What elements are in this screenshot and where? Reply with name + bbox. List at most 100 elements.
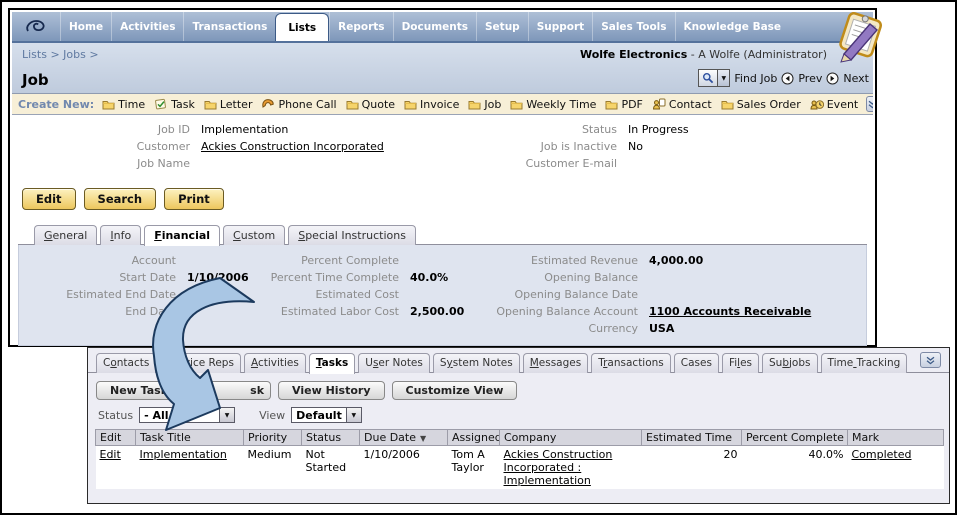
column-header-priority[interactable]: Priority	[243, 429, 302, 446]
record-tab-financial[interactable]: Financial	[144, 225, 221, 246]
create-new-sales-order[interactable]: Sales Order	[721, 98, 801, 111]
sublist-tab-service-reps[interactable]: Service Reps	[159, 353, 241, 373]
sublist-tab-transactions[interactable]: Transactions	[591, 353, 671, 373]
nav-tab-support[interactable]: Support	[527, 12, 592, 41]
create-new-phone-call[interactable]: Phone Call	[261, 98, 337, 111]
column-header-task-title[interactable]: Task Title	[135, 429, 244, 446]
field-label-job-is-inactive: Job is Inactive	[540, 140, 617, 153]
collapse-bar-button[interactable]	[866, 96, 873, 112]
create-new-contact[interactable]: Contact	[652, 98, 712, 111]
sublist-tab-files[interactable]: Files	[721, 353, 760, 373]
column-header-label: Status	[306, 431, 342, 444]
link-edit[interactable]: Edit	[100, 448, 121, 461]
field-label-estimated-revenue: Estimated Revenue	[531, 254, 638, 267]
create-new-time[interactable]: Time	[102, 98, 145, 111]
create-new-invoice[interactable]: Invoice	[404, 98, 459, 111]
column-header-estimated-time[interactable]: Estimated Time	[641, 429, 742, 446]
next-label[interactable]: Next	[843, 72, 869, 85]
customize-view-button[interactable]: Customize View	[391, 381, 518, 400]
link-mark[interactable]: Completed	[852, 448, 912, 461]
create-new-event[interactable]: Event	[810, 98, 858, 111]
record-tab-info[interactable]: Info	[100, 225, 142, 245]
field-link-opening-balance-account[interactable]: 1100 Accounts Receivable	[649, 303, 811, 320]
record-tab-area: General Info Financial Custom Special Instru…	[18, 225, 867, 346]
column-header-label: Company	[504, 431, 557, 444]
new-task-button[interactable]: New Task	[96, 381, 183, 400]
cell-status: Not Started	[301, 445, 360, 489]
view-select[interactable]: Default ▼	[291, 407, 362, 423]
text-assigned-to: Tom A Taylor	[451, 448, 485, 474]
nav-tab-reports[interactable]: Reports	[329, 12, 392, 41]
find-button[interactable]: ▼	[698, 69, 731, 87]
sublist-tab-time-tracking[interactable]: Time Tracking	[820, 353, 908, 373]
nav-tab-lists[interactable]: Lists	[275, 13, 330, 41]
nav-tab-setup[interactable]: Setup	[476, 12, 528, 41]
collapse-panel-button[interactable]	[920, 352, 941, 368]
column-header-status[interactable]: Status	[301, 429, 360, 446]
create-new-label: Create New:	[18, 97, 95, 111]
user-role-line: Wolfe Electronics - A Wolfe (Administrat…	[580, 48, 827, 61]
sublist-tab-system-notes[interactable]: System Notes	[432, 353, 520, 373]
field-label-end-date: End Date	[125, 305, 176, 318]
column-header-label: Assigned To	[452, 431, 500, 444]
text-priority: Medium	[247, 448, 292, 461]
create-new-quote[interactable]: Quote	[346, 98, 395, 111]
column-header-mark[interactable]: Mark	[847, 429, 944, 446]
breadcrumb[interactable]: Lists > Jobs >	[22, 48, 99, 61]
link-company[interactable]: Ackies Construction Incorporated : Imple…	[504, 448, 613, 487]
record-tab-special-instructions[interactable]: Special Instructions	[288, 225, 416, 245]
create-new-task[interactable]: Task	[154, 98, 195, 111]
folder-icon	[346, 98, 359, 111]
sublist-tab-messages[interactable]: Messages	[522, 353, 589, 373]
print-button[interactable]: Print	[164, 188, 224, 210]
sublist-tab-cases[interactable]: Cases	[673, 353, 719, 373]
nav-tab-transactions[interactable]: Transactions	[183, 12, 275, 41]
create-new-items: Time Task Letter Phone Call Quote Invoice Job W…	[102, 98, 858, 111]
sublist-tab-tasks[interactable]: Tasks	[308, 353, 356, 374]
financial-col3: Estimated Revenue 4,000.00 Opening Balance…	[419, 252, 811, 337]
nav-tab-home[interactable]: Home	[60, 12, 111, 41]
search-button[interactable]: Search	[83, 188, 157, 210]
nav-tab-documents[interactable]: Documents	[392, 12, 476, 41]
create-new-pdf[interactable]: PDF	[605, 98, 643, 111]
text-estimated-time: 20	[723, 448, 738, 461]
cell-edit: Edit	[95, 445, 136, 489]
sublist-tab-contacts[interactable]: Contacts	[96, 353, 157, 373]
record-tab-general[interactable]: General	[34, 225, 98, 245]
column-header-edit[interactable]: Edit	[95, 429, 136, 446]
column-header-company[interactable]: Company	[499, 429, 642, 446]
field-label-currency: Currency	[588, 322, 638, 335]
prev-label[interactable]: Prev	[798, 72, 822, 85]
nav-tab-knowledge-base[interactable]: Knowledge Base	[674, 12, 790, 41]
next-icon[interactable]	[826, 72, 839, 85]
column-header-percent-complete[interactable]: Percent Complete	[741, 429, 848, 446]
swirl-logo-icon[interactable]	[12, 12, 60, 41]
field-opening-balance-account: Opening Balance Account 1100 Accounts Rec…	[419, 303, 811, 320]
sublist-tab-user-notes[interactable]: User Notes	[358, 353, 430, 373]
create-new-job[interactable]: Job	[468, 98, 501, 111]
create-new-label-sales-order: Sales Order	[736, 97, 801, 111]
nav-tab-sales-tools[interactable]: Sales Tools	[592, 12, 674, 41]
prev-icon[interactable]	[781, 72, 794, 85]
find-dropdown-arrow-icon[interactable]: ▼	[717, 70, 730, 86]
covered-task-button[interactable]: sk	[189, 381, 272, 400]
folder-icon	[468, 98, 481, 111]
link-task-title[interactable]: Implementation	[140, 448, 227, 461]
chevron-down-icon[interactable]: ▼	[219, 408, 235, 422]
field-link-customer[interactable]: Ackies Construction Incorporated	[201, 138, 384, 155]
create-new-letter[interactable]: Letter	[204, 98, 252, 111]
sublist-tab-subjobs[interactable]: Subjobs	[762, 353, 818, 373]
create-new-weekly-time[interactable]: Weekly Time	[510, 98, 596, 111]
column-header-assigned-to[interactable]: Assigned To	[447, 429, 500, 446]
folder-icon	[510, 98, 523, 111]
view-history-button[interactable]: View History	[278, 381, 385, 400]
column-header-due-date[interactable]: Due Date ▼	[359, 429, 448, 446]
nav-tab-activities[interactable]: Activities	[111, 12, 183, 41]
record-tab-custom[interactable]: Custom	[223, 225, 286, 245]
field-label-opening-balance: Opening Balance	[544, 271, 638, 284]
edit-button[interactable]: Edit	[22, 188, 76, 210]
status-select[interactable]: - All - ▼	[139, 407, 236, 423]
clipboard-pen-icon	[831, 11, 889, 63]
sublist-tab-activities[interactable]: Activities	[243, 353, 306, 373]
chevron-down-icon[interactable]: ▼	[345, 408, 361, 422]
